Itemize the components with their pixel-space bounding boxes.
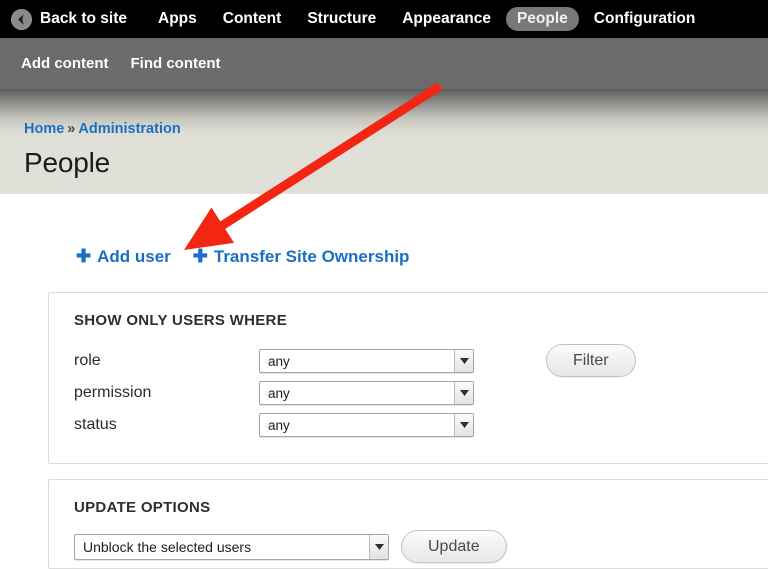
back-to-site-label: Back to site [40,10,128,27]
chevron-left-circle-icon [11,8,32,30]
plus-icon: ✚ [76,246,92,266]
transfer-site-ownership-label: Transfer Site Ownership [213,247,410,266]
chevron-down-icon [454,414,473,436]
update-options-row: Unblock the selected users Update [74,530,507,563]
filter-row-permission: permission any [74,381,494,405]
filter-row-status: status any [74,413,494,437]
role-select-value: any [268,353,290,369]
subnav-item-find-content[interactable]: Find content [131,55,221,72]
chevron-down-icon [454,382,473,404]
update-button[interactable]: Update [401,530,507,563]
toolbar-item-structure[interactable]: Structure [296,7,387,31]
chevron-down-icon [369,534,388,559]
toolbar-item-configuration[interactable]: Configuration [583,7,707,31]
plus-icon: ✚ [192,246,208,266]
role-select[interactable]: any [259,349,474,373]
status-select-value: any [268,417,290,433]
toolbar-item-content[interactable]: Content [212,7,293,31]
filter-button[interactable]: Filter [546,344,636,377]
secondary-toolbar: Add content Find content [0,38,768,89]
breadcrumb-administration-link[interactable]: Administration [78,121,180,137]
page-title: People [24,147,110,178]
toolbar-menu: Apps Content Structure Appearance People… [147,7,710,31]
filter-panel-heading: SHOW ONLY USERS WHERE [74,312,287,329]
page-header-band [0,89,768,194]
status-select[interactable]: any [259,413,474,437]
permission-select-value: any [268,385,290,401]
action-links: ✚ Add user ✚ Transfer Site Ownership [76,247,431,267]
toolbar-item-people[interactable]: People [505,7,579,31]
filter-label-role: role [74,352,101,369]
breadcrumb-separator: » [67,121,76,137]
filter-panel: SHOW ONLY USERS WHERE role any permissio… [48,292,768,464]
subnav-item-add-content[interactable]: Add content [21,55,109,72]
back-to-site-link[interactable]: Back to site [11,0,127,38]
breadcrumb: Home» Administration [24,121,181,137]
permission-select[interactable]: any [259,381,474,405]
filter-label-permission: permission [74,384,152,401]
breadcrumb-home-link[interactable]: Home [24,121,64,137]
update-options-panel: UPDATE OPTIONS Unblock the selected user… [48,479,768,569]
filter-label-status: status [74,416,117,433]
update-options-heading: UPDATE OPTIONS [74,499,211,516]
toolbar-item-apps[interactable]: Apps [147,7,208,31]
add-user-label: Add user [97,247,171,266]
update-action-value: Unblock the selected users [83,538,252,555]
add-user-link[interactable]: ✚ Add user [76,247,171,267]
transfer-site-ownership-link[interactable]: ✚ Transfer Site Ownership [193,247,410,267]
toolbar-item-appearance[interactable]: Appearance [391,7,502,31]
filter-row-role: role any [74,349,494,373]
update-action-select[interactable]: Unblock the selected users [74,533,389,560]
admin-toolbar: Back to site Apps Content Structure Appe… [0,0,768,38]
chevron-down-icon [454,350,473,372]
